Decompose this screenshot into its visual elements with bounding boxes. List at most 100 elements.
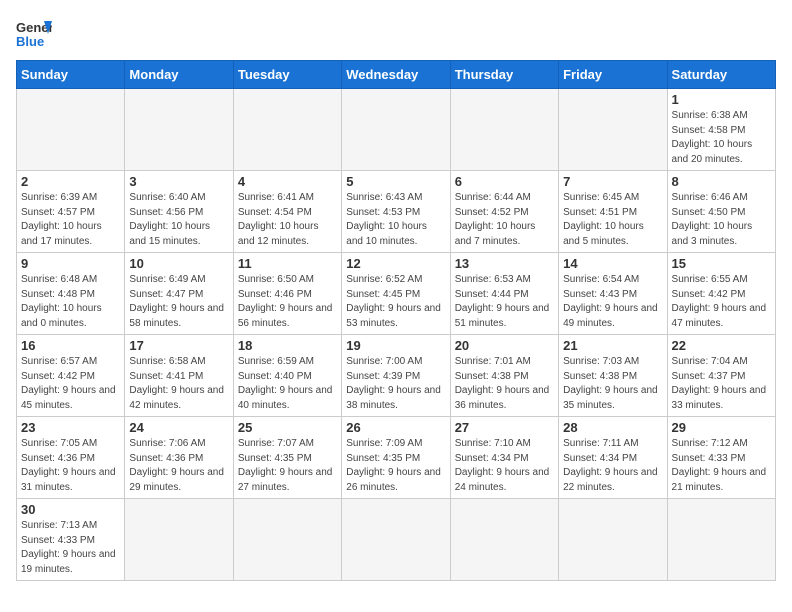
calendar-table: SundayMondayTuesdayWednesdayThursdayFrid… xyxy=(16,60,776,581)
day-number: 17 xyxy=(129,338,228,353)
calendar-cell xyxy=(342,89,450,171)
day-info: Sunrise: 6:41 AM Sunset: 4:54 PM Dayligh… xyxy=(238,191,337,249)
calendar-cell: 15 Sunrise: 6:55 AM Sunset: 4:42 PM Dayli… xyxy=(667,253,775,335)
day-number: 26 xyxy=(346,420,445,435)
day-number: 14 xyxy=(563,256,662,271)
day-info: Sunrise: 6:39 AM Sunset: 4:57 PM Dayligh… xyxy=(21,191,120,249)
day-number: 13 xyxy=(455,256,554,271)
calendar-body: 1 Sunrise: 6:38 AM Sunset: 4:58 PM Daylig… xyxy=(17,89,776,581)
calendar-cell xyxy=(342,499,450,581)
calendar-cell xyxy=(450,499,558,581)
day-info: Sunrise: 7:00 AM Sunset: 4:39 PM Dayligh… xyxy=(346,355,445,413)
day-number: 21 xyxy=(563,338,662,353)
day-number: 4 xyxy=(238,174,337,189)
day-info: Sunrise: 6:46 AM Sunset: 4:50 PM Dayligh… xyxy=(672,191,771,249)
calendar-cell xyxy=(125,499,233,581)
calendar-cell xyxy=(233,89,341,171)
calendar-cell: 23 Sunrise: 7:05 AM Sunset: 4:36 PM Dayli… xyxy=(17,417,125,499)
calendar-cell: 27 Sunrise: 7:10 AM Sunset: 4:34 PM Dayli… xyxy=(450,417,558,499)
calendar-cell: 20 Sunrise: 7:01 AM Sunset: 4:38 PM Dayli… xyxy=(450,335,558,417)
calendar-cell: 11 Sunrise: 6:50 AM Sunset: 4:46 PM Dayli… xyxy=(233,253,341,335)
svg-text:Blue: Blue xyxy=(16,34,44,49)
calendar-cell: 28Sunrise: 7:11 AM Sunset: 4:34 PM Dayli… xyxy=(559,417,667,499)
day-header-tuesday: Tuesday xyxy=(233,61,341,89)
calendar-cell: 30 Sunrise: 7:13 AM Sunset: 4:33 PM Dayli… xyxy=(17,499,125,581)
day-info: Sunrise: 7:01 AM Sunset: 4:38 PM Dayligh… xyxy=(455,355,554,413)
day-info: Sunrise: 6:49 AM Sunset: 4:47 PM Dayligh… xyxy=(129,273,228,331)
day-number: 2 xyxy=(21,174,120,189)
calendar-cell: 14 Sunrise: 6:54 AM Sunset: 4:43 PM Dayli… xyxy=(559,253,667,335)
day-number: 9 xyxy=(21,256,120,271)
calendar-cell: 26 Sunrise: 7:09 AM Sunset: 4:35 PM Dayli… xyxy=(342,417,450,499)
day-number: 30 xyxy=(21,502,120,517)
day-info: Sunrise: 7:09 AM Sunset: 4:35 PM Dayligh… xyxy=(346,437,445,495)
calendar-cell: 18 Sunrise: 6:59 AM Sunset: 4:40 PM Dayli… xyxy=(233,335,341,417)
day-info: Sunrise: 6:59 AM Sunset: 4:40 PM Dayligh… xyxy=(238,355,337,413)
calendar-cell: 1 Sunrise: 6:38 AM Sunset: 4:58 PM Daylig… xyxy=(667,89,775,171)
day-number: 1 xyxy=(672,92,771,107)
calendar-cell: 6 Sunrise: 6:44 AM Sunset: 4:52 PM Daylig… xyxy=(450,171,558,253)
day-number: 25 xyxy=(238,420,337,435)
day-info: Sunrise: 6:57 AM Sunset: 4:42 PM Dayligh… xyxy=(21,355,120,413)
day-info: Sunrise: 6:52 AM Sunset: 4:45 PM Dayligh… xyxy=(346,273,445,331)
day-number: 15 xyxy=(672,256,771,271)
calendar-cell: 16Sunrise: 6:57 AM Sunset: 4:42 PM Dayli… xyxy=(17,335,125,417)
day-info: Sunrise: 7:13 AM Sunset: 4:33 PM Dayligh… xyxy=(21,519,120,577)
calendar-cell: 19Sunrise: 7:00 AM Sunset: 4:39 PM Dayli… xyxy=(342,335,450,417)
calendar-cell: 7Sunrise: 6:45 AM Sunset: 4:51 PM Daylig… xyxy=(559,171,667,253)
day-info: Sunrise: 7:10 AM Sunset: 4:34 PM Dayligh… xyxy=(455,437,554,495)
day-number: 5 xyxy=(346,174,445,189)
calendar-cell: 5 Sunrise: 6:43 AM Sunset: 4:53 PM Daylig… xyxy=(342,171,450,253)
day-info: Sunrise: 6:43 AM Sunset: 4:53 PM Dayligh… xyxy=(346,191,445,249)
day-header-friday: Friday xyxy=(559,61,667,89)
week-row-2: 2 Sunrise: 6:39 AM Sunset: 4:57 PM Daylig… xyxy=(17,171,776,253)
week-row-3: 9 Sunrise: 6:48 AM Sunset: 4:48 PM Daylig… xyxy=(17,253,776,335)
calendar-cell: 12 Sunrise: 6:52 AM Sunset: 4:45 PM Dayli… xyxy=(342,253,450,335)
day-info: Sunrise: 6:48 AM Sunset: 4:48 PM Dayligh… xyxy=(21,273,120,331)
calendar-cell xyxy=(559,499,667,581)
calendar-cell: 25Sunrise: 7:07 AM Sunset: 4:35 PM Dayli… xyxy=(233,417,341,499)
day-number: 18 xyxy=(238,338,337,353)
day-number: 28 xyxy=(563,420,662,435)
page-header: General Blue xyxy=(16,16,776,52)
day-header-monday: Monday xyxy=(125,61,233,89)
day-info: Sunrise: 6:50 AM Sunset: 4:46 PM Dayligh… xyxy=(238,273,337,331)
day-info: Sunrise: 7:12 AM Sunset: 4:33 PM Dayligh… xyxy=(672,437,771,495)
calendar-cell xyxy=(125,89,233,171)
calendar-header-row: SundayMondayTuesdayWednesdayThursdayFrid… xyxy=(17,61,776,89)
day-info: Sunrise: 6:44 AM Sunset: 4:52 PM Dayligh… xyxy=(455,191,554,249)
day-info: Sunrise: 7:06 AM Sunset: 4:36 PM Dayligh… xyxy=(129,437,228,495)
day-header-saturday: Saturday xyxy=(667,61,775,89)
day-number: 10 xyxy=(129,256,228,271)
day-number: 7 xyxy=(563,174,662,189)
day-info: Sunrise: 6:38 AM Sunset: 4:58 PM Dayligh… xyxy=(672,109,771,167)
calendar-cell: 8 Sunrise: 6:46 AM Sunset: 4:50 PM Daylig… xyxy=(667,171,775,253)
week-row-4: 16Sunrise: 6:57 AM Sunset: 4:42 PM Dayli… xyxy=(17,335,776,417)
day-number: 8 xyxy=(672,174,771,189)
calendar-cell xyxy=(233,499,341,581)
calendar-cell xyxy=(559,89,667,171)
day-info: Sunrise: 6:40 AM Sunset: 4:56 PM Dayligh… xyxy=(129,191,228,249)
day-info: Sunrise: 6:54 AM Sunset: 4:43 PM Dayligh… xyxy=(563,273,662,331)
day-info: Sunrise: 7:03 AM Sunset: 4:38 PM Dayligh… xyxy=(563,355,662,413)
calendar-cell: 10 Sunrise: 6:49 AM Sunset: 4:47 PM Dayli… xyxy=(125,253,233,335)
calendar-cell: 9 Sunrise: 6:48 AM Sunset: 4:48 PM Daylig… xyxy=(17,253,125,335)
day-number: 6 xyxy=(455,174,554,189)
day-info: Sunrise: 6:55 AM Sunset: 4:42 PM Dayligh… xyxy=(672,273,771,331)
day-number: 27 xyxy=(455,420,554,435)
day-number: 23 xyxy=(21,420,120,435)
day-header-wednesday: Wednesday xyxy=(342,61,450,89)
calendar-cell: 24Sunrise: 7:06 AM Sunset: 4:36 PM Dayli… xyxy=(125,417,233,499)
day-info: Sunrise: 7:05 AM Sunset: 4:36 PM Dayligh… xyxy=(21,437,120,495)
calendar-cell: 2 Sunrise: 6:39 AM Sunset: 4:57 PM Daylig… xyxy=(17,171,125,253)
logo-icon: General Blue xyxy=(16,16,52,52)
calendar-cell: 3Sunrise: 6:40 AM Sunset: 4:56 PM Daylig… xyxy=(125,171,233,253)
calendar-cell: 17Sunrise: 6:58 AM Sunset: 4:41 PM Dayli… xyxy=(125,335,233,417)
logo: General Blue xyxy=(16,16,52,52)
day-number: 12 xyxy=(346,256,445,271)
day-number: 20 xyxy=(455,338,554,353)
day-number: 11 xyxy=(238,256,337,271)
day-header-thursday: Thursday xyxy=(450,61,558,89)
day-info: Sunrise: 7:04 AM Sunset: 4:37 PM Dayligh… xyxy=(672,355,771,413)
calendar-cell: 22Sunrise: 7:04 AM Sunset: 4:37 PM Dayli… xyxy=(667,335,775,417)
